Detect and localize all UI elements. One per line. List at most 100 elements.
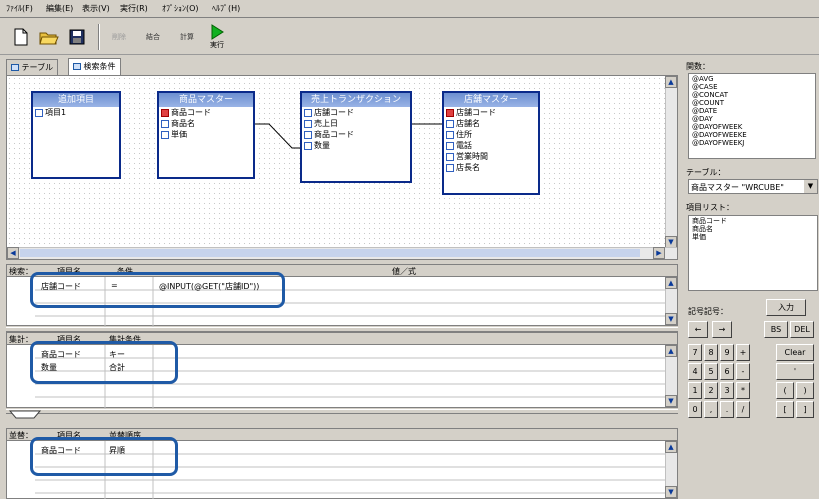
menu-help[interactable]: ﾍﾙﾌﾟ(H): [210, 3, 242, 14]
table-field[interactable]: 商品コード: [302, 129, 410, 140]
input-button[interactable]: 入力: [766, 299, 806, 316]
key-8[interactable]: 8: [704, 344, 718, 361]
functions-list[interactable]: @AVG @CASE @CONCAT @COUNT @DATE @DAY @DA…: [688, 73, 816, 159]
table-canvas[interactable]: 追加項目 項目1 商品マスター 商品コード 商品名 単価 売上トランザクション …: [6, 75, 678, 260]
key-6[interactable]: 6: [720, 363, 734, 380]
key-minus[interactable]: -: [736, 363, 750, 380]
key-quote[interactable]: ': [776, 363, 814, 380]
key-divide[interactable]: /: [736, 401, 750, 418]
key-4[interactable]: 4: [688, 363, 702, 380]
backspace-key[interactable]: BS: [764, 321, 788, 338]
key-multiply[interactable]: *: [736, 382, 750, 399]
clear-key[interactable]: Clear: [776, 344, 814, 361]
list-item[interactable]: @CASE: [692, 83, 812, 91]
tab-table[interactable]: テーブル: [6, 59, 59, 75]
table-field[interactable]: 店舗名: [444, 118, 538, 129]
scroll-up-icon[interactable]: ▲: [665, 441, 677, 453]
table-field[interactable]: 店舗コード: [444, 107, 538, 118]
list-item[interactable]: 単価: [692, 233, 814, 241]
chevron-down-icon[interactable]: ▼: [804, 180, 817, 193]
table-field[interactable]: 電話: [444, 140, 538, 151]
list-item[interactable]: @DATE: [692, 107, 812, 115]
table-box-extra[interactable]: 追加項目 項目1: [31, 91, 121, 179]
fields-list[interactable]: 商品コード 商品名 単価: [688, 215, 818, 291]
search-scrollbar[interactable]: ▲ ▼: [665, 277, 677, 325]
table-select[interactable]: 商品マスター "WRCUBE" ▼: [688, 179, 818, 194]
table-field[interactable]: 商品名: [159, 118, 253, 129]
key-plus[interactable]: +: [736, 344, 750, 361]
table-field[interactable]: 商品コード: [159, 107, 253, 118]
left-arrow-key[interactable]: ←: [688, 321, 708, 338]
save-button[interactable]: [64, 23, 90, 51]
open-button[interactable]: [36, 23, 62, 51]
list-item[interactable]: @DAYOFWEEKE: [692, 131, 812, 139]
key-field-icon: [161, 108, 169, 117]
scroll-up-icon[interactable]: ▲: [665, 345, 677, 357]
agg-scrollbar[interactable]: ▲ ▼: [665, 345, 677, 407]
table-field[interactable]: 数量: [302, 140, 410, 151]
canvas-horizontal-scrollbar[interactable]: ◀ ▶: [7, 247, 677, 259]
table-field[interactable]: 店長名: [444, 162, 538, 173]
toolbar-separator: [98, 24, 100, 50]
table-field[interactable]: 住所: [444, 129, 538, 140]
key-3[interactable]: 3: [720, 382, 734, 399]
col-value: 値／式: [392, 267, 416, 276]
table-box-store[interactable]: 店舗マスター 店舗コード 店舗名 住所 電話 営業時間 店長名: [442, 91, 540, 195]
table-field[interactable]: 項目1: [33, 107, 119, 118]
join-button[interactable]: 結合: [140, 23, 166, 51]
table-box-product[interactable]: 商品マスター 商品コード 商品名 単価: [157, 91, 255, 179]
table-field[interactable]: 店舗コード: [302, 107, 410, 118]
key-9[interactable]: 9: [720, 344, 734, 361]
key-0[interactable]: 0: [688, 401, 702, 418]
menu-options[interactable]: ｵﾌﾟｼｮﾝ(O): [160, 3, 201, 14]
calc-button[interactable]: 計算: [174, 23, 200, 51]
scroll-down-icon[interactable]: ▼: [665, 486, 677, 498]
field-icon: [446, 141, 454, 150]
list-item[interactable]: @AVG: [692, 75, 812, 83]
sort-scrollbar[interactable]: ▲ ▼: [665, 441, 677, 498]
menu-view[interactable]: 表示(V): [80, 3, 112, 14]
list-item[interactable]: 商品コード: [692, 217, 814, 225]
delete-key[interactable]: DEL: [790, 321, 814, 338]
key-1[interactable]: 1: [688, 382, 702, 399]
list-item[interactable]: 商品名: [692, 225, 814, 233]
menu-run[interactable]: 実行(R): [118, 3, 150, 14]
scroll-thumb[interactable]: [20, 249, 640, 257]
list-item[interactable]: @COUNT: [692, 99, 812, 107]
collapse-handle-icon[interactable]: [8, 410, 42, 420]
table-field[interactable]: 営業時間: [444, 151, 538, 162]
table-box-sales[interactable]: 売上トランザクション 店舗コード 売上日 商品コード 数量: [300, 91, 412, 183]
key-2[interactable]: 2: [704, 382, 718, 399]
new-document-button[interactable]: [8, 23, 34, 51]
scroll-up-icon[interactable]: ▲: [665, 277, 677, 289]
list-item[interactable]: @DAYOFWEEK: [692, 123, 812, 131]
delete-button[interactable]: 削除: [106, 23, 132, 51]
key-close-paren[interactable]: ): [796, 382, 814, 399]
key-5[interactable]: 5: [704, 363, 718, 380]
menu-file[interactable]: ﾌｧｲﾙ(F): [4, 3, 35, 14]
scroll-left-icon[interactable]: ◀: [7, 247, 19, 259]
canvas-vertical-scrollbar[interactable]: ▲ ▼: [665, 76, 677, 248]
table-field[interactable]: 単価: [159, 129, 253, 140]
play-icon: [211, 24, 224, 40]
key-dot[interactable]: .: [720, 401, 734, 418]
key-close-bracket[interactable]: ]: [796, 401, 814, 418]
scroll-down-icon[interactable]: ▼: [665, 395, 677, 407]
list-item[interactable]: @DAYOFWEEKJ: [692, 139, 812, 147]
key-open-bracket[interactable]: [: [776, 401, 794, 418]
tab-search-conditions[interactable]: 検索条件: [68, 58, 121, 75]
scroll-up-icon[interactable]: ▲: [665, 76, 677, 88]
table-field[interactable]: 売上日: [302, 118, 410, 129]
splitter[interactable]: [6, 409, 678, 414]
scroll-right-icon[interactable]: ▶: [653, 247, 665, 259]
menu-edit[interactable]: 編集(E): [44, 3, 75, 14]
right-arrow-key[interactable]: →: [712, 321, 732, 338]
key-comma[interactable]: ,: [704, 401, 718, 418]
key-7[interactable]: 7: [688, 344, 702, 361]
list-item[interactable]: @CONCAT: [692, 91, 812, 99]
field-icon: [446, 130, 454, 139]
list-item[interactable]: @DAY: [692, 115, 812, 123]
run-button[interactable]: 実行: [204, 23, 230, 51]
scroll-down-icon[interactable]: ▼: [665, 313, 677, 325]
key-open-paren[interactable]: (: [776, 382, 794, 399]
